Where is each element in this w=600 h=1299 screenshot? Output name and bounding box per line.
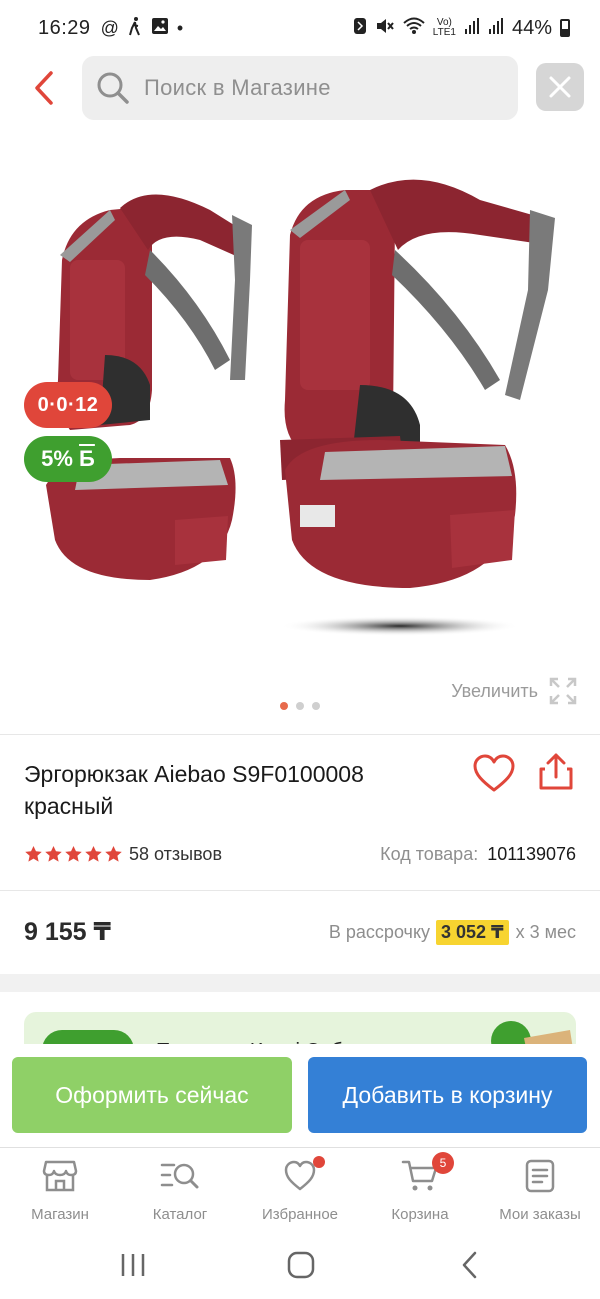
battery-percent: 44% [511, 16, 552, 39]
timer-badge: 0·0·12 [24, 382, 112, 428]
star-icon [45, 845, 62, 862]
chevron-left-icon [35, 71, 53, 105]
star-icon [25, 845, 42, 862]
search-header: Поиск в Магазине [0, 56, 600, 120]
reviews-link[interactable]: 58 отзывов [129, 844, 222, 865]
system-navigation [0, 1229, 600, 1299]
add-to-cart-button[interactable]: Добавить в корзину [308, 1057, 587, 1133]
back-button[interactable] [24, 68, 64, 108]
action-bar: Оформить сейчас Добавить в корзину [0, 1044, 600, 1148]
installment-amount: 3 052 ₸ [436, 919, 509, 945]
bonus-percent: 5% [41, 446, 73, 471]
nav-label: Избранное [261, 1206, 339, 1223]
nav-item-catalog[interactable]: Каталог [120, 1148, 240, 1229]
cart-icon: 5 [400, 1152, 454, 1194]
rating-row: 58 отзывов Код товара: 101139076 [24, 842, 576, 866]
gallery-pagination [0, 702, 600, 710]
product-image[interactable] [0, 140, 600, 720]
nav-item-favorites[interactable]: Избранное [240, 1148, 360, 1229]
image-icon [151, 17, 169, 40]
divider [0, 890, 600, 891]
zoom-label: Увеличить [451, 680, 538, 701]
nav-item-store[interactable]: Магазин [0, 1148, 120, 1229]
battery-icon [560, 19, 570, 37]
nfc-icon [353, 17, 367, 40]
nav-item-cart[interactable]: 5 Корзина [360, 1148, 480, 1229]
star-icon [65, 845, 82, 862]
installment[interactable]: В рассрочку 3 052 ₸ х 3 мес [328, 919, 576, 945]
pagination-dot-active[interactable] [280, 702, 288, 710]
chevron-left-icon [462, 1251, 477, 1279]
close-icon [549, 76, 571, 98]
orders-icon [520, 1158, 560, 1194]
checkout-button[interactable]: Оформить сейчас [12, 1057, 292, 1133]
nav-label: Магазин [31, 1206, 89, 1223]
system-back-button[interactable] [450, 1249, 490, 1281]
signal-icon [464, 17, 480, 40]
heart-icon [473, 754, 515, 792]
walk-icon [127, 16, 143, 41]
product-code-label: Код товара: [380, 843, 479, 864]
volte-icon: Vo) LTE1 [432, 17, 456, 38]
dot-icon: • [176, 17, 184, 38]
bonus-badge: 5% Б [24, 436, 112, 482]
pagination-dot[interactable] [296, 702, 304, 710]
favorite-button[interactable] [472, 754, 516, 798]
recent-apps-icon [121, 1254, 145, 1276]
bonus-symbol: Б [79, 446, 95, 471]
heart-icon [280, 1156, 325, 1194]
home-icon [287, 1251, 315, 1279]
close-button[interactable] [536, 63, 584, 111]
catalog-icon [160, 1158, 200, 1194]
section-separator [0, 974, 600, 992]
pagination-dot[interactable] [312, 702, 320, 710]
product-code-value: 101139076 [487, 843, 576, 864]
status-time: 16:29 [38, 16, 91, 39]
status-bar: 16:29 @ • Vo) LTE1 44% [0, 0, 600, 56]
installment-prefix: В рассрочку [328, 921, 431, 942]
signal-icon [488, 17, 504, 40]
rating-stars[interactable] [24, 845, 123, 863]
wifi-icon [403, 17, 425, 40]
at-icon: @ [100, 17, 119, 38]
bottom-nav: Магазин Каталог Избранное 5 Корзина Мои … [0, 1147, 600, 1229]
search-input[interactable]: Поиск в Магазине [82, 56, 518, 120]
mute-icon [375, 17, 395, 40]
search-placeholder: Поиск в Магазине [144, 75, 331, 100]
product-title-line: красный [24, 793, 114, 819]
recent-apps-button[interactable] [113, 1249, 153, 1281]
nav-label: Корзина [391, 1206, 449, 1223]
nav-label: Каталог [152, 1206, 208, 1223]
nav-label: Мои заказы [499, 1206, 581, 1223]
price-row: 9 155 ₸ В рассрочку 3 052 ₸ х 3 мес [24, 912, 576, 952]
product-title: Эргорюкзак Aiebao S9F0100008 красный [24, 758, 454, 822]
divider [0, 734, 600, 735]
nav-item-orders[interactable]: Мои заказы [480, 1148, 600, 1229]
store-icon [40, 1158, 80, 1194]
price: 9 155 ₸ [24, 918, 111, 946]
share-icon [539, 753, 573, 790]
share-button[interactable] [537, 752, 577, 796]
installment-suffix: х 3 мес [515, 921, 576, 942]
product-title-line: Эргорюкзак Aiebao S9F0100008 [24, 761, 364, 787]
search-icon [97, 72, 129, 104]
product-code: Код товара: 101139076 [380, 844, 576, 865]
star-icon [105, 845, 122, 862]
home-button[interactable] [281, 1249, 321, 1281]
notification-dot [313, 1156, 325, 1168]
star-icon [85, 845, 102, 862]
cart-count-badge: 5 [432, 1152, 454, 1174]
